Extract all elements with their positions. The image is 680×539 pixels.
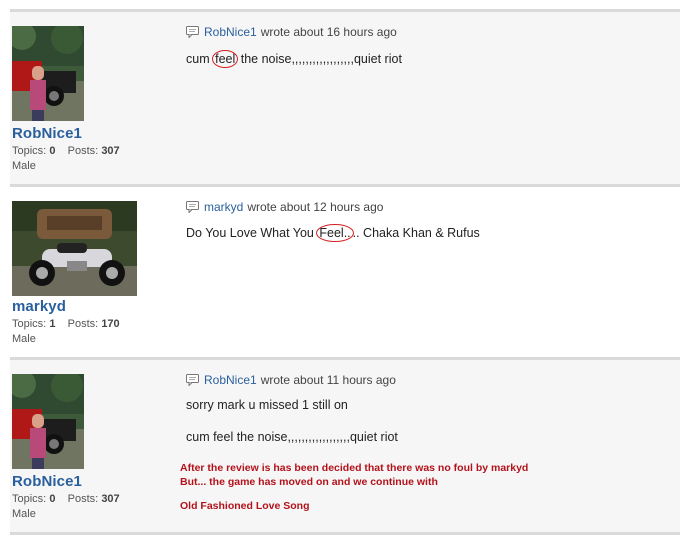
forum-post: markyd Topics: 1 Posts: 170 Male markyd … <box>10 187 680 357</box>
user-stats: Topics: 1 Posts: 170 <box>12 318 120 330</box>
topics-count: 0 <box>49 145 56 157</box>
post-meta: RobNice1 wrote about 11 hours ago <box>186 373 396 387</box>
post-author-link[interactable]: markyd <box>204 200 243 214</box>
topics-label: Topics: <box>12 318 47 330</box>
message-text: cum <box>186 52 214 66</box>
forum-post: RobNice1 Topics: 0 Posts: 307 Male RobNi… <box>10 360 680 532</box>
post-author-link[interactable]: RobNice1 <box>204 25 257 39</box>
comment-bubble-icon <box>186 26 199 38</box>
post-message: cum feel the noise,,,,,,,,,,,,,,,,,,quie… <box>186 50 402 68</box>
message-text: the noise,,,,,,,,,,,,,,,,,,quiet riot <box>237 52 402 66</box>
circled-word: Feel.. <box>316 224 354 242</box>
circled-word: feel <box>212 50 239 68</box>
review-note: After the review is has been decided tha… <box>180 462 529 474</box>
user-stats: Topics: 0 Posts: 307 <box>12 145 120 157</box>
topics-label: Topics: <box>12 145 47 157</box>
posts-label: Posts: <box>67 318 99 330</box>
post-message-line: sorry mark u missed 1 still on <box>186 398 348 412</box>
username[interactable]: markyd <box>12 298 66 315</box>
user-gender: Male <box>12 333 36 345</box>
posts-count: 307 <box>101 493 120 505</box>
username[interactable]: RobNice1 <box>12 473 82 490</box>
post-meta: RobNice1 wrote about 16 hours ago <box>186 25 397 39</box>
topics-count: 1 <box>49 318 56 330</box>
forum-post: RobNice1 Topics: 0 Posts: 307 Male RobNi… <box>10 12 680 184</box>
user-gender: Male <box>12 508 36 520</box>
avatar[interactable] <box>12 374 84 469</box>
post-message-line: cum feel the noise,,,,,,,,,,,,,,,,,,quie… <box>186 430 398 444</box>
user-gender: Male <box>12 160 36 172</box>
song-title-note: Old Fashioned Love Song <box>180 500 310 512</box>
post-meta: markyd wrote about 12 hours ago <box>186 200 383 214</box>
posts-label: Posts: <box>67 145 99 157</box>
username[interactable]: RobNice1 <box>12 125 82 142</box>
post-divider <box>10 532 680 535</box>
message-text: .. Chaka Khan & Rufus <box>352 226 480 240</box>
message-text: Do You Love What You <box>186 226 318 240</box>
posts-count: 307 <box>101 145 120 157</box>
post-timestamp: wrote about 16 hours ago <box>260 25 397 39</box>
review-note: But... the game has moved on and we cont… <box>180 476 438 488</box>
post-message: Do You Love What You Feel.... Chaka Khan… <box>186 224 480 242</box>
topics-label: Topics: <box>12 493 47 505</box>
posts-count: 170 <box>101 318 120 330</box>
post-author-link[interactable]: RobNice1 <box>204 373 257 387</box>
avatar[interactable] <box>12 201 137 296</box>
post-timestamp: wrote about 11 hours ago <box>260 373 396 387</box>
topics-count: 0 <box>49 493 56 505</box>
posts-label: Posts: <box>67 493 99 505</box>
user-stats: Topics: 0 Posts: 307 <box>12 493 120 505</box>
avatar[interactable] <box>12 26 84 121</box>
comment-bubble-icon <box>186 201 199 213</box>
comment-bubble-icon <box>186 374 199 386</box>
post-timestamp: wrote about 12 hours ago <box>247 200 384 214</box>
